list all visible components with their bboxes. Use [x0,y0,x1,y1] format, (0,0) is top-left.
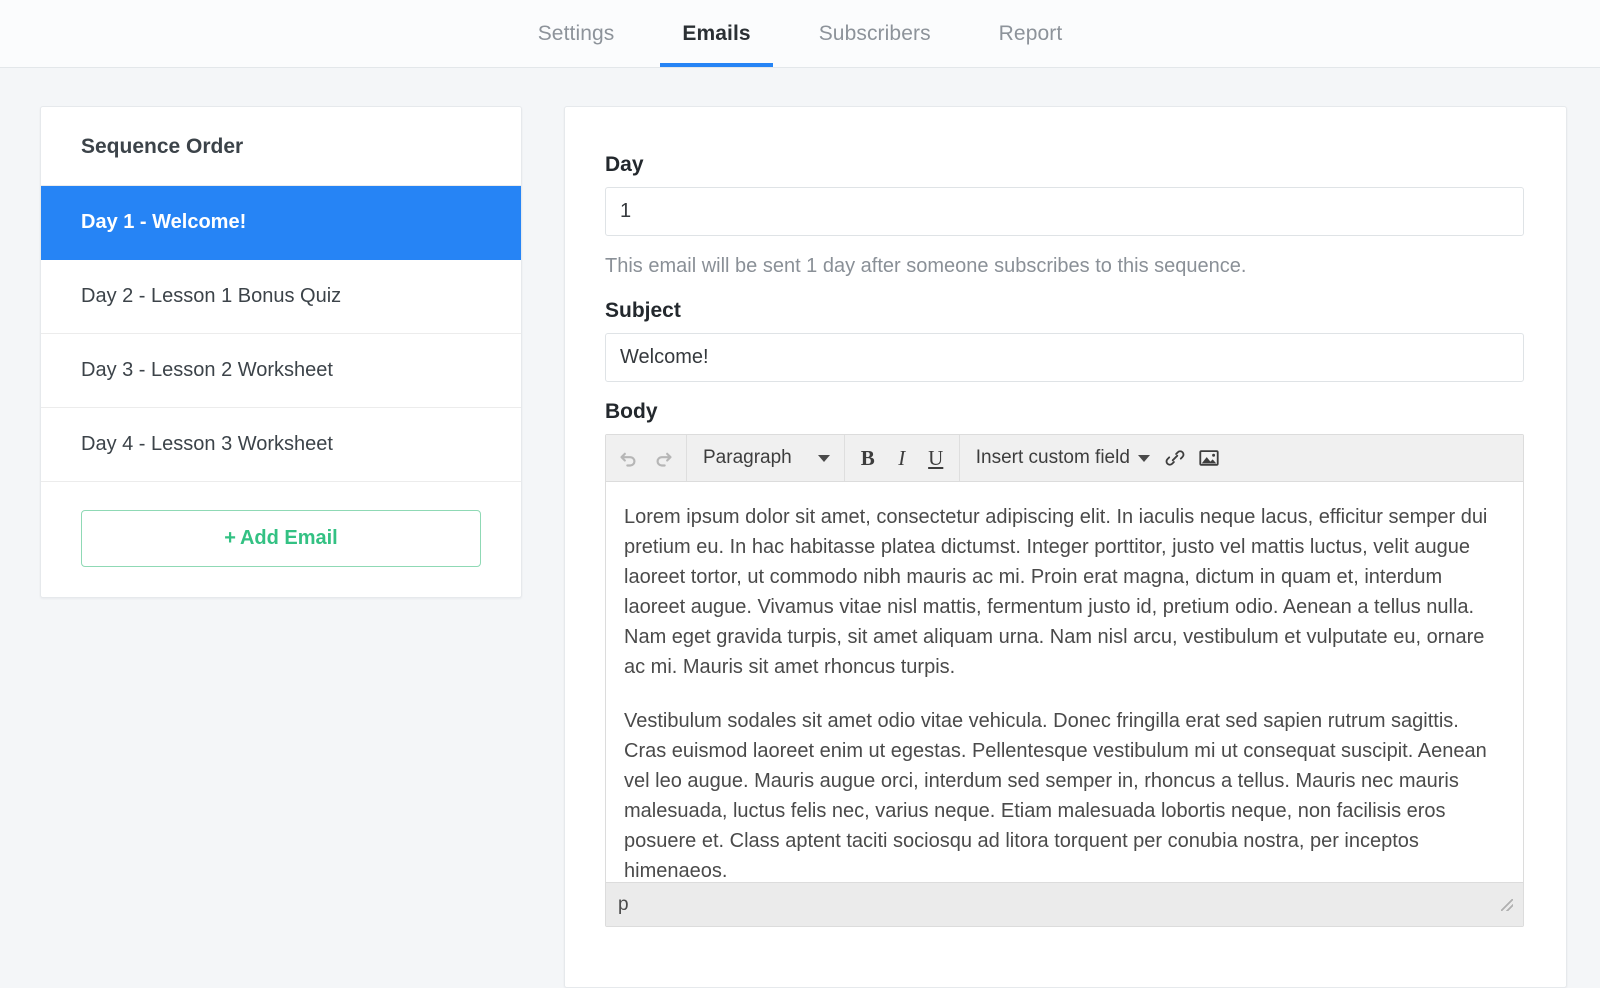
editor-paragraph: Vestibulum sodales sit amet odio vitae v… [624,706,1505,882]
rich-text-editor: Paragraph B I U [605,434,1524,927]
sidebar-item-label: Day 3 - Lesson 2 Worksheet [81,359,333,381]
sidebar-item-day-1[interactable]: Day 1 - Welcome! [41,186,521,260]
tab-emails[interactable]: Emails [648,0,784,67]
editor-status-bar: p [606,882,1523,926]
resize-handle[interactable] [1501,899,1513,911]
tab-emails-label: Emails [682,22,750,46]
add-email-label: Add Email [240,527,338,549]
tab-settings-label: Settings [538,22,615,46]
tab-report-label: Report [999,22,1063,46]
undo-icon[interactable] [612,441,646,475]
toolbar-group-block-format: Paragraph [687,435,845,481]
toolbar-group-inline-format: B I U [845,435,960,481]
editor-paragraph: Lorem ipsum dolor sit amet, consectetur … [624,502,1505,682]
paragraph-format-label: Paragraph [703,447,792,469]
editor-content-area[interactable]: Lorem ipsum dolor sit amet, consectetur … [606,482,1523,882]
italic-button[interactable]: I [885,441,919,475]
bold-icon: B [861,446,875,471]
insert-custom-field-dropdown[interactable]: Insert custom field [966,441,1158,475]
top-navigation-bar: Settings Emails Subscribers Report [0,0,1600,68]
redo-icon[interactable] [646,441,680,475]
add-email-button[interactable]: +Add Email [81,510,481,567]
editor-toolbar: Paragraph B I U [606,435,1523,482]
sidebar-item-label: Day 1 - Welcome! [81,211,246,233]
subject-input[interactable] [605,333,1524,382]
body-field-label: Body [605,400,1524,424]
sidebar-footer: +Add Email [41,482,521,597]
plus-icon: + [224,527,236,549]
sidebar-item-day-2[interactable]: Day 2 - Lesson 1 Bonus Quiz [41,260,521,334]
toolbar-group-history [606,435,687,481]
page-body: Sequence Order Day 1 - Welcome! Day 2 - … [0,68,1600,988]
chevron-down-icon [818,455,830,462]
toolbar-group-insert: Insert custom field [960,435,1232,481]
day-help-text: This email will be sent 1 day after some… [605,255,1524,278]
day-input[interactable] [605,187,1524,236]
tab-subscribers[interactable]: Subscribers [785,0,965,67]
sidebar-item-day-4[interactable]: Day 4 - Lesson 3 Worksheet [41,408,521,482]
tab-list: Settings Emails Subscribers Report [504,0,1097,67]
sequence-order-title: Sequence Order [41,107,521,186]
link-icon[interactable] [1158,441,1192,475]
tab-subscribers-label: Subscribers [819,22,931,46]
bold-button[interactable]: B [851,441,885,475]
sidebar-item-day-3[interactable]: Day 3 - Lesson 2 Worksheet [41,334,521,408]
tab-report[interactable]: Report [965,0,1097,67]
italic-icon: I [898,446,905,471]
insert-custom-field-label: Insert custom field [976,447,1130,469]
image-icon[interactable] [1192,441,1226,475]
spacer [605,382,1524,400]
underline-icon: U [928,446,943,471]
paragraph-format-dropdown[interactable]: Paragraph [693,441,838,475]
element-path: p [618,894,629,916]
sequence-order-panel: Sequence Order Day 1 - Welcome! Day 2 - … [40,106,522,598]
day-field-label: Day [605,153,1524,177]
underline-button[interactable]: U [919,441,953,475]
sidebar-item-label: Day 2 - Lesson 1 Bonus Quiz [81,285,341,307]
chevron-down-icon [1138,455,1150,462]
tab-settings[interactable]: Settings [504,0,649,67]
sidebar-item-label: Day 4 - Lesson 3 Worksheet [81,433,333,455]
email-editor-panel: Day This email will be sent 1 day after … [564,106,1567,988]
subject-field-label: Subject [605,299,1524,323]
